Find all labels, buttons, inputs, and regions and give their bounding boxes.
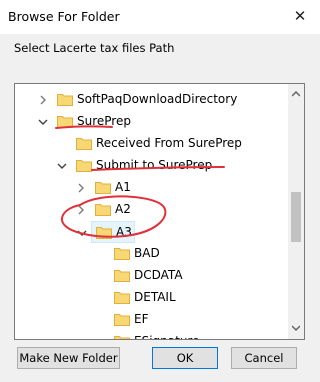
browse-for-folder-dialog: Browse For Folder ✕ Select Lacerte tax f… [0, 0, 320, 382]
tree-item-label: ESignature [134, 334, 199, 339]
folder-icon [96, 226, 112, 239]
tree-item[interactable]: ESignature [15, 331, 287, 339]
tree-item-label: DETAIL [134, 290, 176, 304]
chevron-right-icon[interactable] [75, 182, 87, 194]
scrollbar-thumb[interactable] [291, 192, 301, 242]
title-bar: Browse For Folder ✕ [0, 0, 320, 34]
tree-item[interactable]: Submit to SurePrep [15, 155, 287, 177]
chevron-down-icon[interactable] [56, 160, 68, 172]
tree-item-label: SurePrep [77, 114, 131, 128]
tree-item[interactable]: EF [15, 309, 287, 331]
tree-item-label: A2 [115, 202, 131, 216]
folder-icon [57, 93, 73, 106]
make-new-folder-button[interactable]: Make New Folder [17, 347, 120, 369]
folder-icon [114, 291, 130, 304]
tree-item-label: DCDATA [134, 268, 183, 282]
tree-item-label: EF [134, 312, 149, 326]
folder-icon [76, 159, 92, 172]
folder-icon [57, 115, 73, 128]
scroll-up-icon[interactable] [292, 90, 300, 98]
tree-item[interactable]: SurePrep [15, 111, 287, 133]
dialog-prompt: Select Lacerte tax files Path [14, 41, 175, 55]
tree-item[interactable]: A2 [15, 199, 287, 221]
tree-item[interactable]: A1 [15, 177, 287, 199]
chevron-down-icon[interactable] [37, 116, 49, 128]
vertical-scrollbar[interactable] [288, 84, 304, 339]
tree-item[interactable]: A3 [77, 221, 135, 243]
tree-item[interactable]: DETAIL [15, 287, 287, 309]
tree-item-label: Submit to SurePrep [96, 158, 213, 172]
cancel-button[interactable]: Cancel [231, 347, 297, 369]
folder-icon [114, 247, 130, 260]
tree-item[interactable]: Received From SurePrep [15, 133, 287, 155]
close-icon[interactable]: ✕ [289, 5, 311, 27]
folder-icon [114, 313, 130, 326]
tree-item-label: BAD [134, 246, 160, 260]
tree-item-label: Received From SurePrep [96, 136, 242, 150]
ok-button[interactable]: OK [152, 347, 218, 369]
scroll-down-icon[interactable] [292, 324, 300, 332]
tree-item[interactable]: DCDATA [15, 265, 287, 287]
chevron-right-icon[interactable] [37, 94, 49, 106]
tree-item[interactable]: BAD [15, 243, 287, 265]
folder-tree[interactable]: SoftPaqDownloadDirectory SurePrep Received… [14, 83, 305, 340]
folder-icon [114, 335, 130, 339]
chevron-down-icon[interactable] [76, 227, 88, 239]
folder-icon [95, 203, 111, 216]
tree-item[interactable]: SoftPaqDownloadDirectory [15, 89, 287, 111]
tree-item-label: SoftPaqDownloadDirectory [77, 92, 238, 106]
folder-icon [95, 181, 111, 194]
chevron-right-icon[interactable] [75, 204, 87, 216]
folder-icon [76, 137, 92, 150]
tree-item-label: A3 [116, 225, 132, 239]
folder-icon [114, 269, 130, 282]
tree-item-label: A1 [115, 180, 131, 194]
dialog-title: Browse For Folder [8, 9, 120, 24]
